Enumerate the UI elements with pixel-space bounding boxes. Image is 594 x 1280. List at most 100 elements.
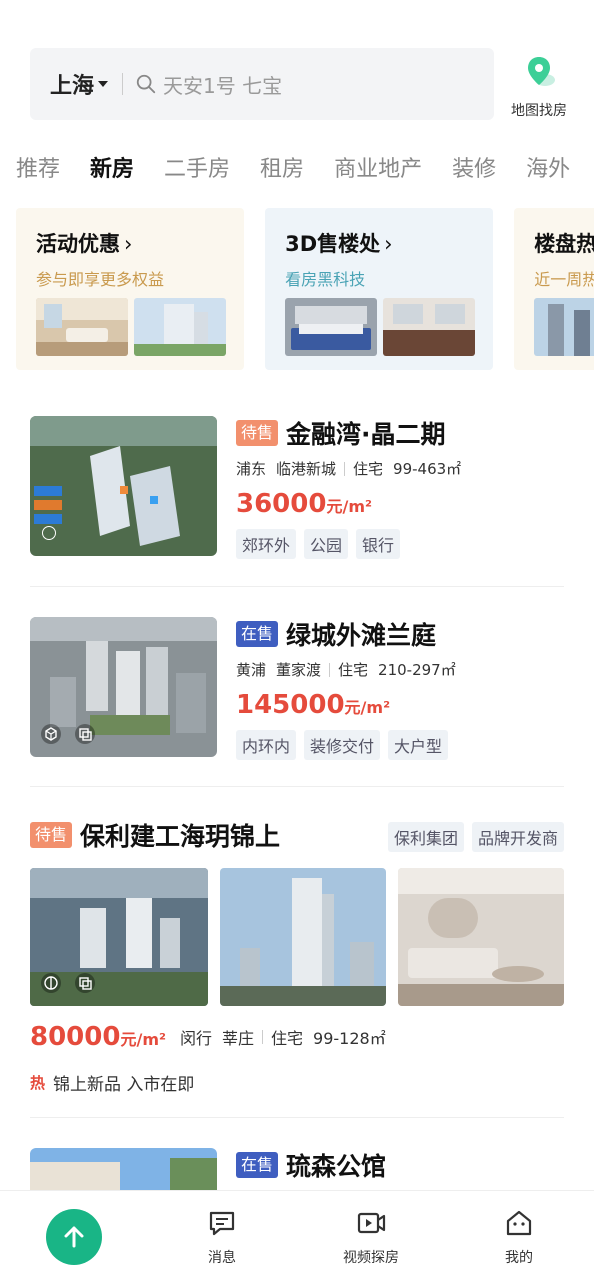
- nav-label: 视频探房: [343, 1250, 399, 1266]
- listing-info: 在售 琉森公馆: [236, 1148, 564, 1182]
- 3d-cube-icon[interactable]: [40, 723, 62, 745]
- promo-title: 3D售楼处 ›: [285, 232, 393, 256]
- status-badge: 在售: [236, 621, 279, 647]
- building-photo-image: [30, 1148, 217, 1190]
- listing-info: 待售 金融湾·晶二期 浦东 临港新城 住宅 99-463㎡ 36000元/m² …: [236, 416, 564, 559]
- feature-tags: 内环内 装修交付 大户型: [236, 730, 564, 760]
- kitchen-image: [383, 298, 476, 356]
- feature-tag: 装修交付: [304, 730, 381, 760]
- promo-card-3d-sales[interactable]: 3D售楼处 › 看房黑科技: [265, 208, 494, 370]
- city-selector[interactable]: 上海: [50, 68, 94, 100]
- search-icon: [136, 74, 156, 94]
- listing-thumbnail[interactable]: [30, 617, 217, 757]
- listing-thumbnail[interactable]: [30, 416, 217, 556]
- feature-tag: 银行: [356, 529, 401, 559]
- tab-decoration[interactable]: 装修: [452, 150, 496, 190]
- developer-tags: 保利集团 品牌开发商: [387, 822, 564, 852]
- profile-icon: [506, 1210, 532, 1236]
- listing-card[interactable]: 在售 绿城外滩兰庭 黄浦 董家渡 住宅 210-297㎡ 145000元/m² …: [30, 616, 564, 760]
- living-room-image: [36, 298, 128, 356]
- listing-title[interactable]: 保利建工海玥锦上: [80, 817, 280, 853]
- featured-price-row: 80000元/m² 闵行 莘庄 住宅 99-128㎡: [30, 1022, 386, 1052]
- vr-icon[interactable]: [40, 972, 62, 994]
- tab-new-homes[interactable]: 新房: [90, 150, 135, 190]
- hot-label: 热: [30, 1074, 46, 1092]
- tab-overseas[interactable]: 海外: [526, 150, 570, 190]
- promo-card-offers[interactable]: 活动优惠 › 参与即享更多权益: [16, 208, 244, 370]
- scroll-top-button[interactable]: [46, 1209, 102, 1265]
- status-badge: 在售: [236, 1152, 279, 1178]
- nav-label: 我的: [505, 1250, 533, 1266]
- divider: [30, 586, 564, 587]
- search-header: 上海 天安1号 七宝 地图找房: [30, 48, 567, 120]
- divider: [122, 73, 124, 95]
- map-search-button[interactable]: 地图找房: [504, 54, 574, 124]
- divider: [30, 786, 564, 787]
- vr-icon: [42, 526, 56, 540]
- promo-card-hot-projects[interactable]: 楼盘热 近一周热: [514, 208, 594, 370]
- tower-image: [534, 298, 594, 356]
- bottom-navigation: 消息 视频探房 我的: [0, 1190, 594, 1280]
- tab-recommend[interactable]: 推荐: [16, 150, 60, 190]
- chevron-right-icon: ›: [384, 232, 393, 256]
- nav-messages[interactable]: 消息: [177, 1207, 267, 1267]
- interior-image[interactable]: [398, 868, 564, 1006]
- listing-card[interactable]: 在售 琉森公馆: [30, 1148, 564, 1190]
- developer-tag: 品牌开发商: [471, 822, 564, 852]
- price-unit: 元/m²: [120, 1030, 166, 1049]
- property-type: 住宅: [271, 1029, 304, 1048]
- listing-thumbnail[interactable]: [30, 1148, 217, 1190]
- area: 临港新城: [276, 460, 337, 478]
- promo-title: 活动优惠 ›: [36, 232, 133, 256]
- price-value: 145000: [236, 690, 345, 720]
- nav-profile[interactable]: 我的: [474, 1207, 564, 1267]
- price: 145000元/m²: [236, 690, 564, 720]
- bedroom-image: [285, 298, 378, 356]
- listing-meta: 浦东 临港新城 住宅 99-463㎡: [236, 458, 564, 479]
- feature-tag: 大户型: [388, 730, 449, 760]
- tower-image[interactable]: [220, 868, 386, 1006]
- price-unit: 元/m²: [344, 698, 391, 717]
- caret-down-icon[interactable]: [98, 81, 109, 87]
- divider: [262, 1030, 264, 1044]
- listing-card[interactable]: 待售 金融湾·晶二期 浦东 临港新城 住宅 99-463㎡ 36000元/m² …: [30, 416, 564, 559]
- listing-title[interactable]: 金融湾·晶二期: [286, 415, 446, 451]
- district: 闵行: [180, 1029, 213, 1048]
- tab-commercial[interactable]: 商业地产: [334, 150, 422, 190]
- interior-render-image: [398, 868, 564, 1006]
- price-value: 80000: [30, 1022, 121, 1052]
- listing-title[interactable]: 绿城外滩兰庭: [286, 616, 436, 652]
- feature-tag: 内环内: [236, 730, 297, 760]
- hot-news-row[interactable]: 热 锦上新品 入市在即: [30, 1070, 194, 1095]
- gallery-icon[interactable]: [74, 972, 96, 994]
- promo-title: 楼盘热: [534, 232, 594, 256]
- promo-images: [534, 298, 594, 356]
- feature-tag: 公园: [304, 529, 349, 559]
- price: 80000元/m²: [30, 1022, 166, 1052]
- listing-title-row: 待售 金融湾·晶二期: [236, 416, 564, 450]
- developer-tag: 保利集团: [387, 822, 464, 852]
- size-range: 210-297㎡: [378, 661, 456, 679]
- size-range: 99-128㎡: [313, 1029, 386, 1048]
- price-unit: 元/m²: [326, 497, 372, 516]
- tab-rent[interactable]: 租房: [260, 150, 304, 190]
- video-icon: [357, 1212, 386, 1234]
- district: 黄浦: [236, 661, 267, 679]
- building-image: [134, 298, 226, 356]
- aerial-render-image: [30, 416, 217, 556]
- featured-listing-card[interactable]: 待售 保利建工海玥锦上 保利集团 品牌开发商 80000元/m² 闵行 莘庄 住…: [30, 817, 564, 1095]
- tab-second-hand[interactable]: 二手房: [164, 150, 230, 190]
- search-placeholder[interactable]: 天安1号 七宝: [163, 70, 282, 99]
- search-box[interactable]: 上海 天安1号 七宝: [30, 48, 494, 120]
- listing-title[interactable]: 琉森公馆: [286, 1148, 386, 1183]
- gallery-icon[interactable]: [74, 723, 96, 745]
- listing-meta: 黄浦 董家渡 住宅 210-297㎡: [236, 659, 564, 680]
- feature-tag: 郊环外: [236, 529, 297, 559]
- divider: [30, 1117, 564, 1118]
- property-type: 住宅: [338, 661, 369, 679]
- tower-render-image: [220, 868, 386, 1006]
- aerial-image[interactable]: [30, 868, 208, 1006]
- promo-subtitle: 参与即享更多权益: [36, 270, 165, 289]
- area: 董家渡: [276, 661, 322, 679]
- nav-video-tour[interactable]: 视频探房: [326, 1207, 416, 1267]
